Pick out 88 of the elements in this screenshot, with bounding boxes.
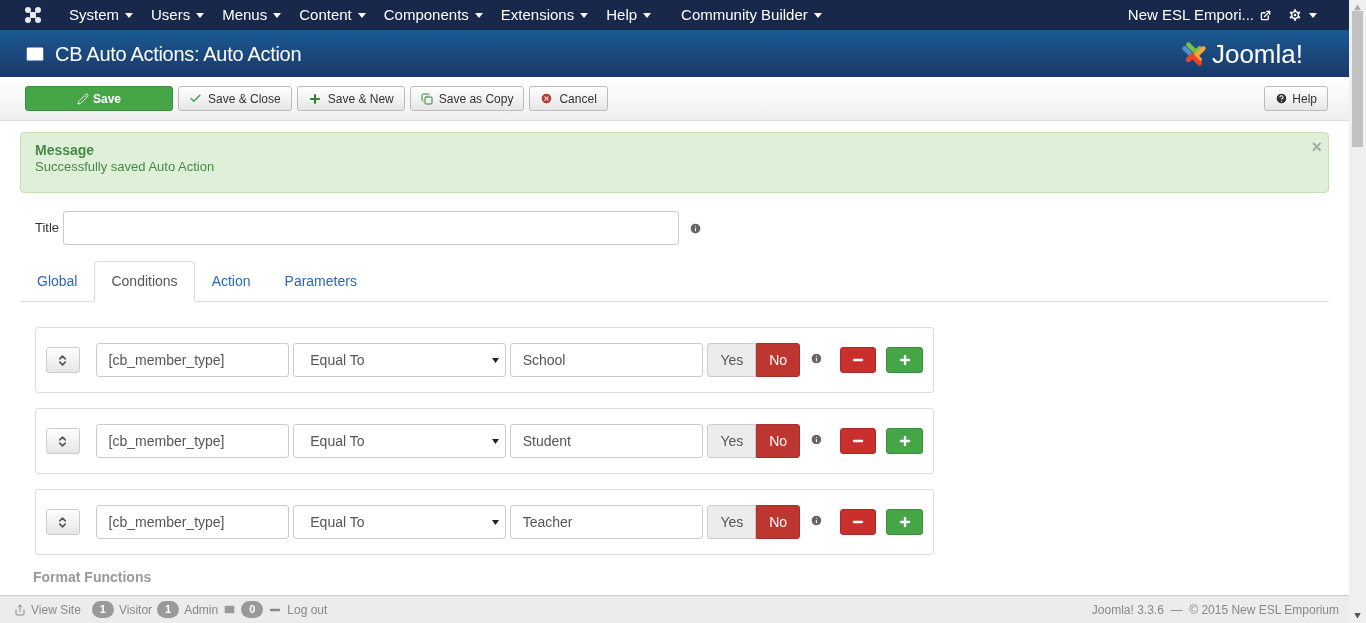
count-badge: 1 xyxy=(157,601,180,618)
reorder-handle[interactable] xyxy=(46,428,80,454)
page-title: CB Auto Actions: Auto Action xyxy=(55,41,302,67)
caret-icon xyxy=(643,12,652,18)
add-button[interactable] xyxy=(886,347,923,373)
edit-icon xyxy=(77,92,89,105)
menu-item[interactable]: System xyxy=(60,3,142,27)
remove-button[interactable] xyxy=(839,347,877,373)
dropdown-icon xyxy=(491,438,499,444)
logo-text: Joomla! xyxy=(1211,40,1303,67)
info-icon xyxy=(810,432,823,446)
plus-icon xyxy=(897,515,912,529)
field-input[interactable]: [cb_member_type] xyxy=(95,505,290,539)
info-icon xyxy=(810,513,823,527)
tab[interactable]: Parameters xyxy=(267,261,374,302)
close-icon xyxy=(540,92,554,105)
menu-item[interactable]: Components xyxy=(374,3,492,27)
operator-select[interactable]: Equal To xyxy=(293,505,506,539)
count-badge: 0 xyxy=(241,601,264,618)
help-button[interactable]: Help xyxy=(1264,86,1328,111)
caret-icon xyxy=(1309,12,1317,18)
visitor-label: Visitor xyxy=(118,601,153,619)
copy-icon xyxy=(420,92,433,105)
plus-icon xyxy=(307,91,322,106)
count-badge: 1 xyxy=(91,601,114,618)
operator-select[interactable]: Equal To xyxy=(293,343,506,377)
toggle-option[interactable]: Yes xyxy=(707,424,757,458)
tab[interactable]: Action xyxy=(194,261,268,302)
menu-item[interactable]: Content xyxy=(290,3,375,27)
menu-item[interactable]: Community Builder xyxy=(672,3,831,27)
settings-menu[interactable] xyxy=(1287,7,1317,23)
toggle-option[interactable]: No xyxy=(756,343,801,377)
plus-icon xyxy=(897,353,912,367)
section-heading: Format Functions xyxy=(32,569,153,585)
toggle-option[interactable]: No xyxy=(756,505,801,539)
menu-item[interactable]: Help xyxy=(597,3,661,27)
toggle-option[interactable]: Yes xyxy=(707,505,757,539)
share-icon xyxy=(14,603,26,616)
caret-icon xyxy=(357,12,366,18)
toggle-option[interactable]: No xyxy=(756,424,801,458)
footer-text: Joomla! 3.3.6 — © 2015 New ESL Emporium xyxy=(1091,601,1339,619)
caret-icon xyxy=(474,12,483,18)
info-icon xyxy=(689,221,703,235)
admin-label: Admin xyxy=(184,601,219,619)
title-label: Title xyxy=(35,219,60,238)
reorder-handle[interactable] xyxy=(46,509,80,535)
add-button[interactable] xyxy=(886,509,923,535)
site-link[interactable]: New ESL Empori... xyxy=(1127,3,1271,27)
caret-icon xyxy=(813,12,822,18)
remove-button[interactable] xyxy=(839,428,877,454)
plus-icon xyxy=(897,434,912,448)
caret-icon xyxy=(125,12,133,18)
toggle-option[interactable]: Yes xyxy=(707,343,757,377)
joomla-icon xyxy=(24,6,42,24)
scroll-up-icon xyxy=(1354,4,1361,11)
value-input[interactable]: School xyxy=(509,343,704,377)
help-icon xyxy=(1275,92,1289,105)
toolbar-button[interactable]: Cancel xyxy=(529,86,608,111)
operator-select[interactable]: Equal To xyxy=(293,424,506,458)
message-text: Successfully saved Auto Action xyxy=(35,158,216,176)
check-icon xyxy=(189,92,202,105)
field-input[interactable]: [cb_member_type] xyxy=(95,424,290,458)
menu-item[interactable]: Extensions xyxy=(491,3,598,27)
reorder-handle[interactable] xyxy=(46,347,80,373)
scrollbar-thumb[interactable] xyxy=(1352,11,1363,147)
field-input[interactable]: [cb_member_type] xyxy=(95,343,290,377)
dropdown-icon xyxy=(491,357,499,363)
tab[interactable]: Conditions xyxy=(94,261,195,302)
caret-icon xyxy=(580,12,589,18)
caret-icon xyxy=(273,12,282,18)
menu-item[interactable]: Menus xyxy=(213,3,291,27)
toolbar-button[interactable]: Save as Copy xyxy=(409,86,525,111)
add-button[interactable] xyxy=(886,428,923,454)
info-icon xyxy=(810,351,823,365)
toolbar-button[interactable]: Save & New xyxy=(296,86,405,111)
title-input[interactable] xyxy=(63,211,680,245)
message-heading: Message xyxy=(35,142,96,158)
settings-icon xyxy=(1287,7,1303,23)
remove-button[interactable] xyxy=(839,509,877,535)
dropdown-icon xyxy=(491,519,499,525)
tab[interactable]: Global xyxy=(20,261,95,302)
menu-item[interactable]: Users xyxy=(142,3,214,27)
value-input[interactable]: Teacher xyxy=(509,505,704,539)
value-input[interactable]: Student xyxy=(509,424,704,458)
scroll-down-icon xyxy=(1354,612,1361,619)
external-link-icon xyxy=(1260,9,1271,21)
caret-icon xyxy=(196,12,205,18)
toolbar-button[interactable]: Save & Close xyxy=(178,86,292,111)
